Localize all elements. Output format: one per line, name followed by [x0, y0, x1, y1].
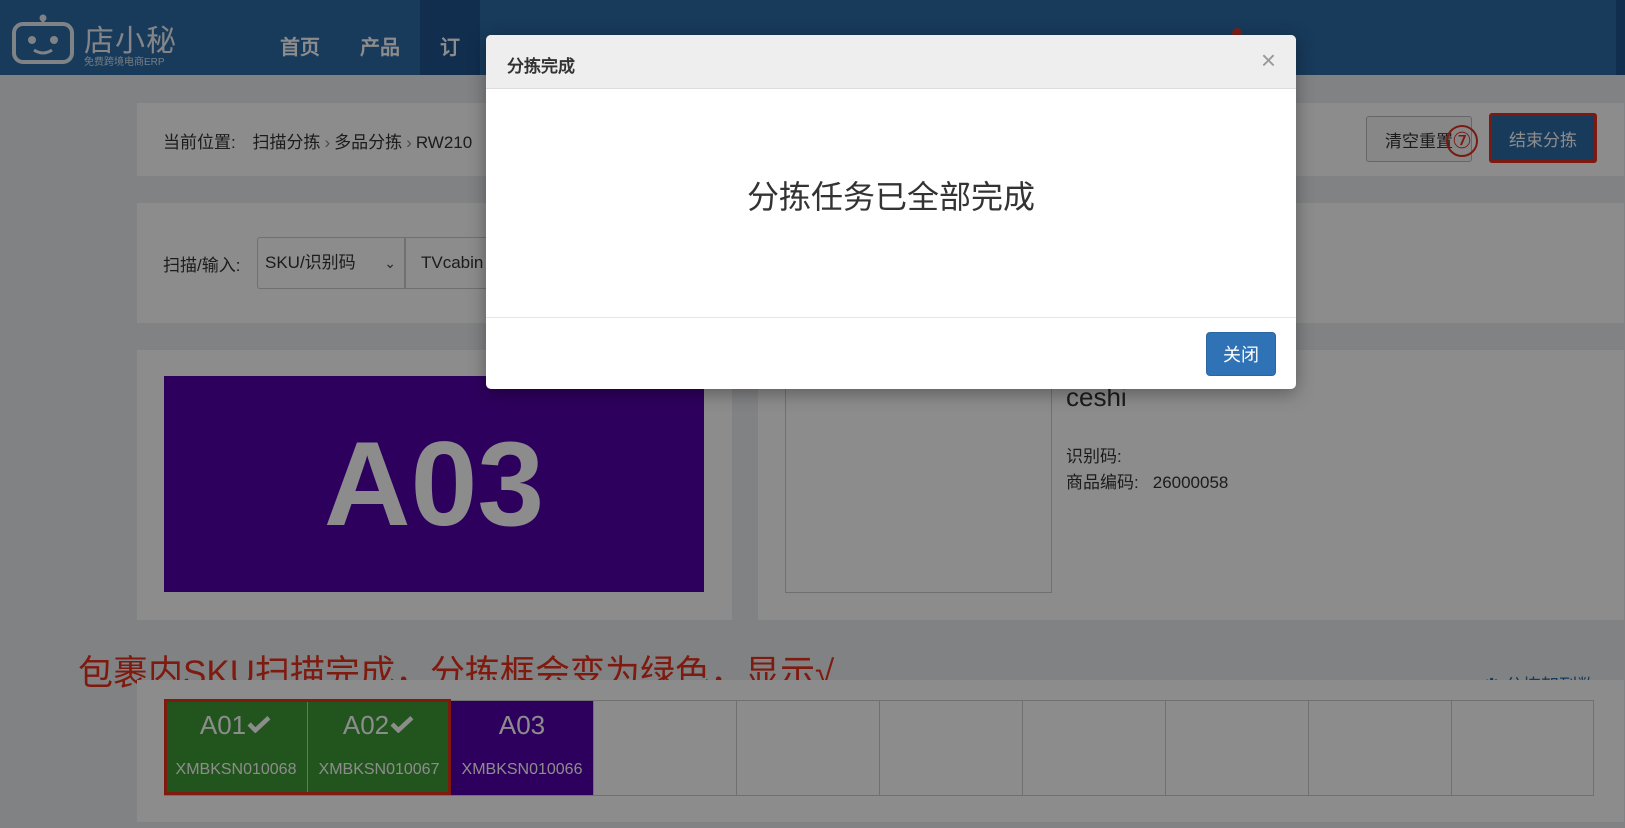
close-icon[interactable]: × — [1261, 45, 1276, 76]
close-button[interactable]: 关闭 — [1206, 332, 1276, 376]
dialog-message: 分拣任务已全部完成 — [486, 89, 1296, 318]
dialog-title: 分拣完成 — [507, 57, 575, 76]
dialog-header: 分拣完成 × — [486, 35, 1296, 89]
sorting-complete-dialog: 分拣完成 × 分拣任务已全部完成 关闭 — [486, 35, 1296, 389]
